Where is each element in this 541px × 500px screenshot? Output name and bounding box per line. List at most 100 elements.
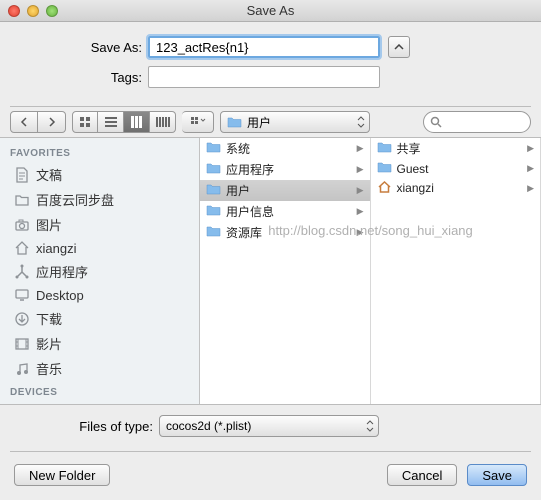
- sidebar-item-label: 下载: [36, 309, 62, 328]
- column-item-label: 资源库: [226, 224, 262, 241]
- chevron-right-icon: [48, 117, 56, 127]
- folder-icon: [206, 225, 221, 240]
- chevron-right-icon: ▶: [527, 183, 534, 194]
- column-item[interactable]: 应用程序 ▶: [200, 159, 370, 180]
- sidebar-item-影片[interactable]: 影片: [0, 331, 199, 356]
- sidebar-item-label: 影片: [36, 334, 62, 353]
- search-icon: [430, 116, 442, 128]
- sidebar-item-文稿[interactable]: 文稿: [0, 162, 199, 187]
- column-2: 共享 ▶ Guest ▶ xiangzi ▶: [371, 138, 541, 404]
- app-icon: [14, 264, 30, 280]
- list-view-icon: [105, 116, 117, 128]
- search-input[interactable]: [423, 111, 531, 133]
- coverflow-view-button[interactable]: [150, 111, 176, 133]
- sidebar-item-xiangzi[interactable]: xiangzi: [0, 237, 199, 259]
- column-item-label: xiangzi: [397, 181, 434, 195]
- chevron-up-icon: [394, 44, 404, 50]
- expand-toggle-button[interactable]: [388, 36, 410, 58]
- favorites-header: FAVORITES: [0, 142, 199, 162]
- new-folder-button[interactable]: New Folder: [14, 464, 110, 486]
- folder-icon: [206, 162, 221, 177]
- cancel-button[interactable]: Cancel: [387, 464, 457, 486]
- column-view-button[interactable]: [124, 111, 150, 133]
- sidebar-item-Desktop[interactable]: Desktop: [0, 284, 199, 306]
- music-icon: [14, 361, 30, 377]
- tags-input[interactable]: [148, 66, 380, 88]
- divider: [10, 451, 531, 452]
- icon-view-button[interactable]: [72, 111, 98, 133]
- window-title: Save As: [0, 3, 541, 18]
- column-item-label: 用户: [226, 182, 250, 199]
- sidebar-device-XiangZi的iMac[interactable]: XiangZi的iMac: [0, 401, 199, 404]
- column-item[interactable]: 共享 ▶: [371, 138, 541, 159]
- filetype-label: Files of type:: [14, 419, 159, 434]
- tags-label: Tags:: [18, 70, 148, 85]
- saveas-input[interactable]: [148, 36, 380, 58]
- column-item[interactable]: 系统 ▶: [200, 138, 370, 159]
- doc-icon: [14, 167, 30, 183]
- folder-icon: [206, 204, 221, 219]
- back-button[interactable]: [10, 111, 38, 133]
- desktop-icon: [14, 287, 30, 303]
- saveas-label: Save As:: [18, 40, 148, 55]
- folder-icon: [14, 192, 30, 208]
- sidebar-item-应用程序[interactable]: 应用程序: [0, 259, 199, 284]
- chevron-right-icon: ▶: [527, 143, 534, 154]
- sidebar-item-label: 百度云同步盘: [36, 190, 114, 209]
- path-popup[interactable]: 用户: [220, 111, 370, 133]
- camera-icon: [14, 217, 30, 233]
- filetype-popup[interactable]: cocos2d (*.plist): [159, 415, 379, 437]
- sidebar-item-百度云同步盘[interactable]: 百度云同步盘: [0, 187, 199, 212]
- icon-view-icon: [79, 116, 91, 128]
- view-switcher: [72, 111, 176, 133]
- movie-icon: [14, 336, 30, 352]
- column-item-label: 应用程序: [226, 161, 274, 178]
- column-view-icon: [131, 116, 143, 128]
- column-item-label: 系统: [226, 140, 250, 157]
- list-view-button[interactable]: [98, 111, 124, 133]
- sidebar-item-label: xiangzi: [36, 241, 76, 256]
- forward-button[interactable]: [38, 111, 66, 133]
- chevron-right-icon: ▶: [527, 163, 534, 174]
- path-label: 用户: [247, 114, 271, 131]
- column-item-label: 共享: [397, 140, 421, 157]
- sidebar-item-label: 图片: [36, 215, 62, 234]
- sidebar-item-label: 文稿: [36, 165, 62, 184]
- download-icon: [14, 311, 30, 327]
- arrange-menu: [182, 111, 214, 133]
- sidebar-item-label: 音乐: [36, 359, 62, 378]
- sidebar-item-下载[interactable]: 下载: [0, 306, 199, 331]
- devices-header: DEVICES: [0, 381, 199, 401]
- sidebar: FAVORITES 文稿百度云同步盘图片 xiangzi 应用程序 Desktop 下载…: [0, 138, 200, 404]
- updown-arrows-icon: [357, 116, 365, 128]
- chevron-right-icon: ▶: [357, 227, 364, 238]
- column-item[interactable]: 资源库 ▶: [200, 222, 370, 243]
- folder-icon: [206, 183, 221, 198]
- column-item[interactable]: 用户▶: [200, 180, 370, 201]
- sidebar-item-label: Desktop: [36, 288, 84, 303]
- chevron-left-icon: [20, 117, 28, 127]
- column-item-label: Guest: [397, 162, 429, 176]
- chevron-right-icon: ▶: [357, 164, 364, 175]
- updown-arrows-icon: [366, 420, 374, 432]
- chevron-right-icon: ▶: [357, 206, 364, 217]
- column-item-label: 用户信息: [226, 203, 274, 220]
- sidebar-item-音乐[interactable]: 音乐: [0, 356, 199, 381]
- folder-icon: [206, 141, 221, 156]
- sidebar-item-label: 应用程序: [36, 262, 88, 281]
- home-icon: [377, 180, 392, 196]
- column-1: 系统 ▶ 应用程序 ▶ 用户▶ 用户信息 ▶ 资源库 ▶: [200, 138, 371, 404]
- arrange-icon: [190, 116, 206, 128]
- arrange-button[interactable]: [182, 111, 214, 133]
- titlebar: Save As: [0, 0, 541, 22]
- chevron-right-icon: ▶: [357, 143, 364, 154]
- folder-icon: [377, 141, 392, 156]
- sidebar-item-图片[interactable]: 图片: [0, 212, 199, 237]
- column-item[interactable]: Guest ▶: [371, 159, 541, 178]
- coverflow-view-icon: [156, 117, 170, 127]
- home-icon: [14, 240, 30, 256]
- column-item[interactable]: xiangzi ▶: [371, 178, 541, 198]
- save-button[interactable]: Save: [467, 464, 527, 486]
- column-item[interactable]: 用户信息 ▶: [200, 201, 370, 222]
- filetype-value: cocos2d (*.plist): [166, 419, 251, 433]
